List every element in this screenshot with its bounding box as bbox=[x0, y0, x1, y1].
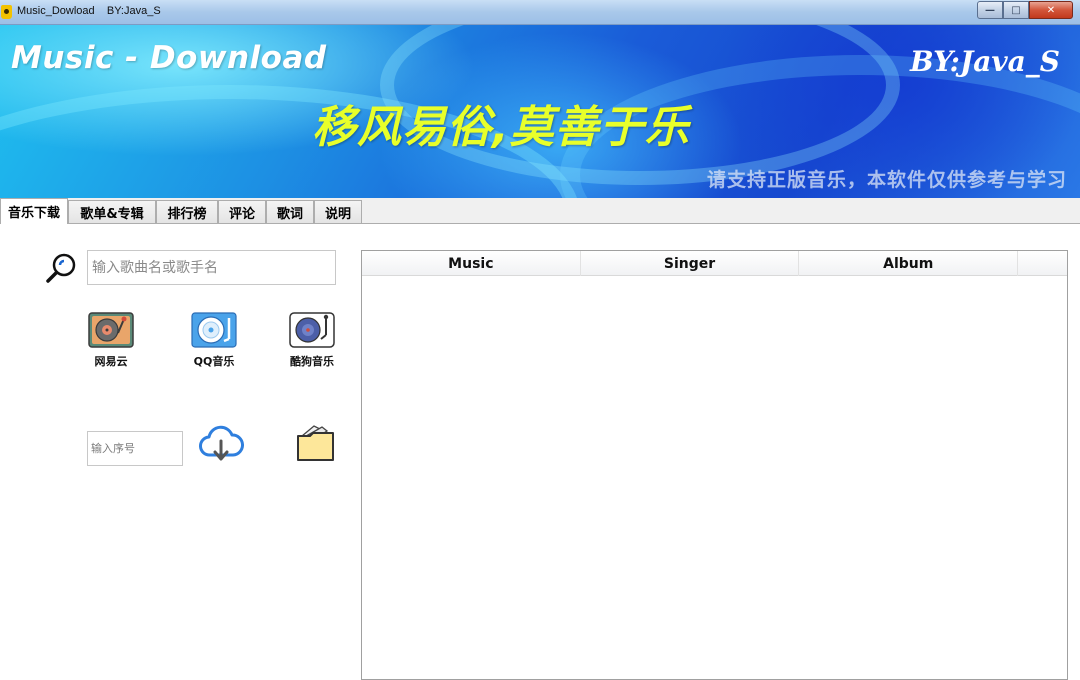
minimize-button[interactable]: — bbox=[977, 1, 1003, 19]
window-controls: — □ ✕ bbox=[977, 1, 1073, 19]
search-input[interactable] bbox=[87, 250, 336, 285]
cd-player-icon bbox=[191, 312, 237, 348]
index-input[interactable] bbox=[87, 431, 183, 466]
minimize-icon: — bbox=[985, 4, 995, 16]
folder-icon[interactable] bbox=[296, 424, 336, 462]
tab-playlist-album[interactable]: 歌单&专辑 bbox=[68, 200, 156, 223]
turntable-icon bbox=[88, 312, 134, 348]
banner-notice: 请支持正版音乐，本软件仅供参考与学习 bbox=[706, 169, 1067, 191]
source-label: 网易云 bbox=[94, 355, 128, 368]
tab-label: 排行榜 bbox=[167, 206, 207, 222]
maximize-button[interactable]: □ bbox=[1003, 1, 1029, 19]
search-icon[interactable] bbox=[45, 252, 77, 284]
cloud-download-icon[interactable] bbox=[198, 425, 244, 463]
banner-title: Music - Download bbox=[11, 40, 327, 76]
tab-label: 歌单&专辑 bbox=[80, 206, 144, 222]
tab-comments[interactable]: 评论 bbox=[218, 200, 266, 223]
source-label: 酷狗音乐 bbox=[290, 355, 334, 368]
close-button[interactable]: ✕ bbox=[1029, 1, 1073, 19]
column-header-album[interactable]: Album bbox=[799, 251, 1019, 276]
tab-label: 评论 bbox=[228, 206, 255, 222]
source-label: QQ音乐 bbox=[193, 355, 235, 368]
banner-author: BY:Java_S bbox=[909, 45, 1060, 78]
app-icon bbox=[1, 5, 12, 19]
column-header-singer[interactable]: Singer bbox=[581, 251, 800, 276]
tab-music-download[interactable]: 音乐下载 bbox=[0, 198, 68, 224]
tab-lyrics[interactable]: 歌词 bbox=[266, 200, 314, 223]
column-header-music[interactable]: Music bbox=[362, 251, 581, 276]
tab-label: 音乐下载 bbox=[7, 206, 60, 221]
tab-help[interactable]: 说明 bbox=[314, 200, 362, 223]
banner-slogan: 移风易俗,莫善于乐 bbox=[312, 102, 690, 153]
source-qq-music[interactable]: QQ音乐 bbox=[179, 311, 249, 369]
column-header-filler bbox=[1018, 251, 1067, 276]
results-table[interactable]: Music Singer Album bbox=[361, 250, 1068, 680]
close-icon: ✕ bbox=[1046, 4, 1056, 16]
source-kugou[interactable]: 酷狗音乐 bbox=[277, 311, 347, 369]
tab-label: 歌词 bbox=[276, 206, 303, 222]
header-banner: Music - Download BY:Java_S 移风易俗,莫善于乐 请支持… bbox=[0, 25, 1080, 198]
record-player-icon bbox=[289, 312, 335, 348]
tab-charts[interactable]: 排行榜 bbox=[156, 200, 218, 223]
table-header: Music Singer Album bbox=[362, 251, 1067, 276]
tab-bar: 音乐下载 歌单&专辑 排行榜 评论 歌词 说明 bbox=[0, 198, 1080, 224]
source-netease[interactable]: 网易云 bbox=[76, 311, 146, 369]
maximize-icon: □ bbox=[1011, 4, 1021, 16]
tab-label: 说明 bbox=[324, 206, 351, 222]
window-titlebar[interactable]: Music_Dowload BY:Java_S — □ ✕ bbox=[0, 0, 1080, 25]
window-title: Music_Dowload BY:Java_S bbox=[17, 5, 161, 17]
